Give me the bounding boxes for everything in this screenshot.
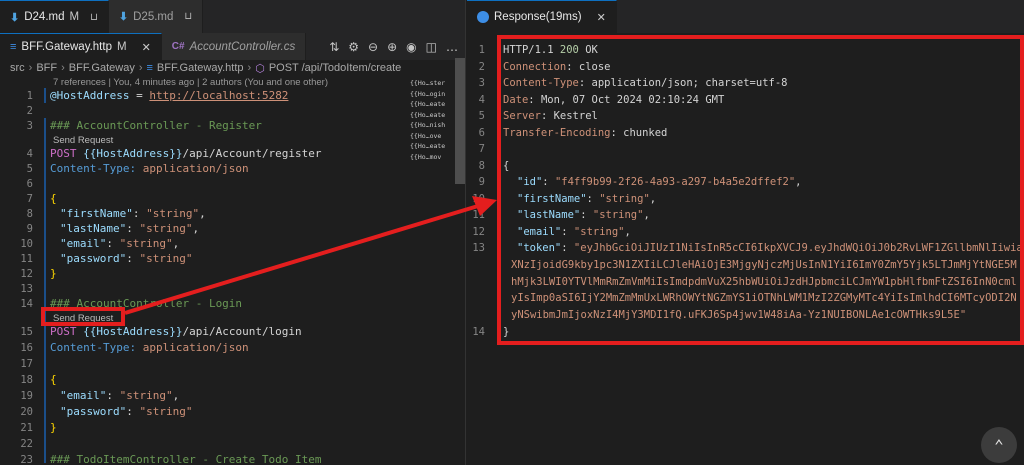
code-line: 4 POST {{HostAddress}}/api/Account/regis… [26,147,322,160]
previous-change-icon[interactable]: ⊖ [368,40,378,54]
http-file-icon: ≡ [10,41,17,53]
code-line: 22 [20,437,33,450]
code-line: 1 @HostAddress = http://localhost:5282 [26,89,289,102]
markdown-file-icon: ⬇ [118,11,129,23]
code-line: 7 { [26,192,57,205]
code-line: 3 ### AccountController - Register [26,119,262,132]
tab-bff-gateway-http[interactable]: ≡ BFF.Gateway.http M ✕ [0,33,162,60]
send-request-link[interactable]: Send Request [53,135,113,146]
code-line: 18 { [20,373,57,386]
highlight-box-send-request [41,307,125,326]
breadcrumb: src › BFF › BFF.Gateway › ≡ BFF.Gateway.htt… [10,62,402,75]
highlight-box-response [497,35,1024,345]
scroll-to-top-button[interactable]: ⌃ [981,427,1017,463]
code-line: 23 ### TodoItemController - Create Todo … [20,453,322,465]
breadcrumb-request[interactable]: POST /api/TodoItem/create [269,62,401,74]
tab-response[interactable]: Response(19ms) ✕ [467,0,617,33]
next-change-icon[interactable]: ⊕ [387,40,397,54]
code-line: 16 Content-Type: application/json [20,341,249,354]
left-editor-group: ⬇ D24.md M ⊔ ⬇ D25.md ⊔ ≡ BFF.Gateway.ht… [0,0,466,465]
more-actions-icon[interactable]: … [446,40,458,54]
code-line: 12 } [20,267,57,280]
markdown-tab-bar: ⬇ D24.md M ⊔ ⬇ D25.md ⊔ [0,0,465,33]
minimap[interactable]: {{Ho…ster {{Ho…ogin {{Ho…eate {{Ho…eate … [410,78,454,168]
breadcrumb-file[interactable]: BFF.Gateway.http [157,62,244,74]
breadcrumb-src[interactable]: src [10,62,25,74]
symbol-icon: ⬡ [255,62,265,75]
code-tab-bar: ≡ BFF.Gateway.http M ✕ C# AccountControl… [0,33,465,60]
codelens-authors[interactable]: 7 references | You, 4 minutes ago | 2 au… [53,77,328,88]
breadcrumb-bff[interactable]: BFF [36,62,57,74]
code-line: 9 "lastName": "string", [26,222,200,235]
pin-icon[interactable]: ⊔ [184,11,192,22]
editor-toolbar: ⇅ ⚙ ⊖ ⊕ ◉ ◫ … [329,33,465,60]
code-line: 17 [20,357,33,370]
chevron-up-icon: ⌃ [994,435,1004,455]
compare-icon[interactable]: ⇅ [329,40,339,54]
tab-d25-md[interactable]: ⬇ D25.md ⊔ [108,0,204,33]
close-icon[interactable]: ✕ [142,41,151,54]
tab-account-controller-cs[interactable]: C# AccountController.cs [161,33,307,60]
close-icon[interactable]: ✕ [597,11,606,24]
code-line: 13 [20,282,33,295]
response-tab-bar: Response(19ms) ✕ [467,0,1024,33]
code-line: 10 "email": "string", [20,237,180,250]
response-icon [477,11,489,23]
code-line: 15 POST {{HostAddress}}/api/Account/logi… [20,325,302,338]
code-line: 21 } [20,421,57,434]
code-line: 20 "password": "string" [20,405,193,418]
split-editor-icon[interactable]: ◫ [426,40,437,54]
response-line: 7 [478,143,485,156]
gitlens-icon[interactable]: ⚙ [348,40,359,54]
code-line: 11 "password": "string" [20,252,193,265]
tab-d24-md[interactable]: ⬇ D24.md M ⊔ [0,0,109,33]
markdown-file-icon: ⬇ [10,11,20,24]
breadcrumb-bff-gateway[interactable]: BFF.Gateway [69,62,135,74]
http-file-icon: ≡ [146,62,153,74]
vertical-scrollbar[interactable] [455,58,465,184]
code-line: 6 [26,177,33,190]
csharp-file-icon: C# [171,41,185,52]
pin-icon[interactable]: ⊔ [90,12,98,23]
code-line: 19 "email": "string", [20,389,180,402]
code-line: 8 "firstName": "string", [26,207,206,220]
run-icon[interactable]: ◉ [406,40,416,54]
code-line: 5 Content-Type: application/json [26,162,249,175]
code-line: 2 [26,104,33,117]
